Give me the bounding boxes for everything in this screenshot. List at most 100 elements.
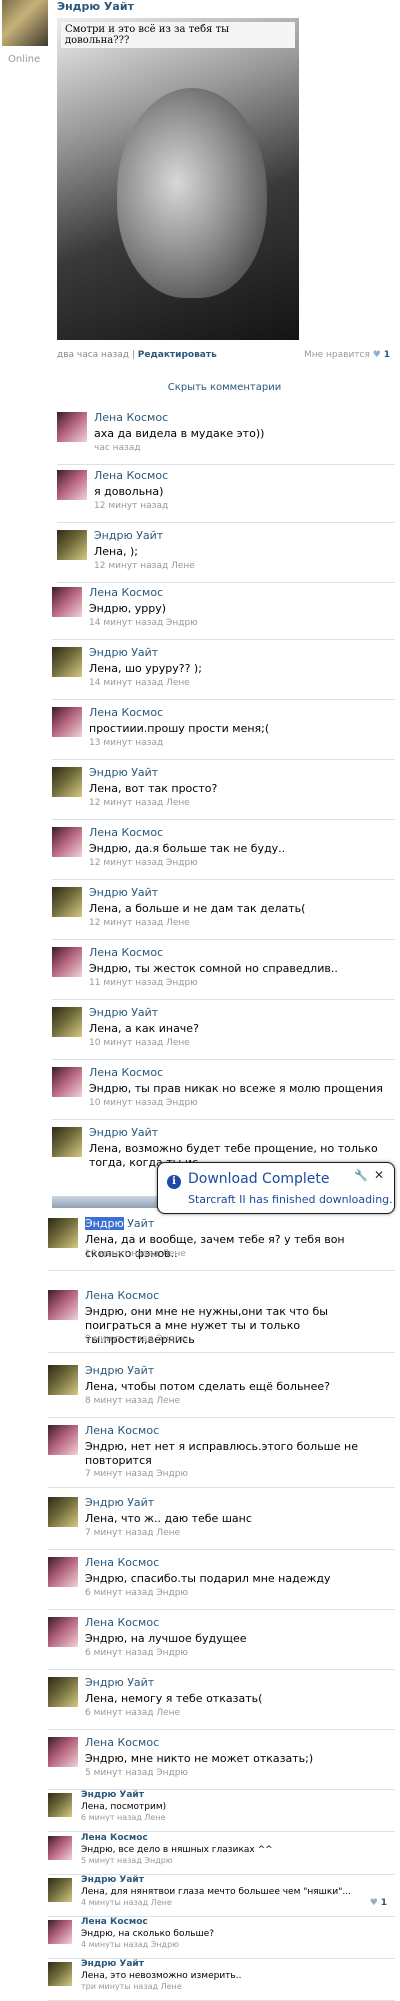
download-notification[interactable]: i Download Complete Starcraft II has fin… bbox=[157, 1162, 395, 1214]
comment-avatar[interactable] bbox=[48, 1497, 78, 1527]
comment-time[interactable]: час назад bbox=[94, 443, 141, 453]
comment-avatar[interactable] bbox=[48, 1617, 78, 1647]
comment-author[interactable]: Эндрю Уайт bbox=[85, 1217, 154, 1230]
comment-author[interactable]: Эндрю Уайт bbox=[81, 1959, 144, 1969]
comment-time[interactable]: 10 минут назад Лене bbox=[89, 1038, 190, 1048]
comment-time[interactable]: 6 минут назад Лене bbox=[81, 1813, 166, 1822]
comment-author[interactable]: Эндрю Уайт bbox=[89, 766, 158, 779]
comment-avatar[interactable] bbox=[52, 647, 82, 677]
taskbar-strip bbox=[52, 1196, 158, 1208]
comment-avatar[interactable] bbox=[52, 827, 82, 857]
post-author-name[interactable]: Эндрю Уайт bbox=[57, 0, 134, 13]
comment-avatar[interactable] bbox=[57, 412, 87, 442]
comment-author[interactable]: Лена Космос bbox=[89, 586, 163, 599]
comment-author[interactable]: Эндрю Уайт bbox=[85, 1496, 154, 1509]
comment-time[interactable]: 14 минут назад Эндрю bbox=[89, 618, 198, 628]
comment-author[interactable]: Эндрю Уайт bbox=[89, 646, 158, 659]
comment-time[interactable]: 12 минут назад Лене bbox=[89, 798, 190, 808]
comment-time[interactable]: 6 минут назад Эндрю bbox=[85, 1588, 188, 1598]
comment-avatar[interactable] bbox=[52, 1067, 82, 1097]
comment-time[interactable]: 12 минут назад bbox=[94, 501, 168, 511]
comment-time[interactable]: 9 минут назад Эндрю bbox=[85, 1334, 188, 1344]
comment-author[interactable]: Эндрю Уайт bbox=[81, 1875, 144, 1885]
comment-avatar[interactable] bbox=[52, 1007, 82, 1037]
comment-avatar[interactable] bbox=[48, 1218, 78, 1248]
comment-text: аха да видела в мудаке это)) bbox=[94, 427, 265, 440]
comment-time[interactable]: 6 минут назад Лене bbox=[85, 1708, 180, 1718]
comment-author[interactable]: Лена Космос bbox=[85, 1736, 159, 1749]
comment-time[interactable]: три минуты назад Лене bbox=[81, 1982, 182, 1991]
author-avatar[interactable] bbox=[2, 0, 48, 46]
comment-avatar[interactable] bbox=[52, 1127, 82, 1157]
comment-author[interactable]: Лена Космос bbox=[81, 1917, 148, 1927]
comment-author[interactable]: Лена Космос bbox=[85, 1424, 159, 1437]
comment-time[interactable]: 10 минут назад Эндрю bbox=[89, 1098, 198, 1108]
comment-divider bbox=[57, 522, 395, 523]
comment-author[interactable]: Лена Космос bbox=[94, 469, 168, 482]
comment-author[interactable]: Лена Космос bbox=[85, 1289, 159, 1302]
comment-like[interactable]: ♥ 1 bbox=[370, 1898, 387, 1908]
comment-author[interactable]: Лена Космос bbox=[81, 1833, 148, 1843]
comment-avatar[interactable] bbox=[48, 1737, 78, 1767]
comment-time[interactable]: 5 минут назад Эндрю bbox=[85, 1768, 188, 1778]
comment-avatar[interactable] bbox=[52, 947, 82, 977]
comment-avatar[interactable] bbox=[57, 470, 87, 500]
comment-time[interactable]: 6 минут назад Эндрю bbox=[85, 1648, 188, 1658]
post-photo[interactable]: Смотри и это всё из за тебя ты довольна?… bbox=[57, 18, 299, 340]
comment-avatar[interactable] bbox=[48, 1836, 72, 1860]
comment-author[interactable]: Эндрю Уайт bbox=[81, 1790, 144, 1800]
wrench-icon[interactable]: 🔧 bbox=[354, 1169, 368, 1182]
post-like[interactable]: Мне нравится ♥ 1 bbox=[304, 350, 390, 360]
comment-avatar[interactable] bbox=[52, 587, 82, 617]
comment-avatar[interactable] bbox=[48, 1793, 72, 1817]
comment-avatar[interactable] bbox=[52, 767, 82, 797]
comment-divider bbox=[48, 1669, 395, 1670]
comment-time[interactable]: 12 минут назад Эндрю bbox=[89, 858, 198, 868]
comment-author[interactable]: Эндрю Уайт bbox=[85, 1364, 154, 1377]
comment-time[interactable]: 11 минут назад Эндрю bbox=[89, 978, 198, 988]
comment-text: Эндрю, мне никто не может отказать;) bbox=[85, 1752, 314, 1765]
comment-text: Эндрю, нет нет я исправлюсь.этого больше… bbox=[85, 1440, 358, 1467]
comment-author[interactable]: Эндрю Уайт bbox=[89, 886, 158, 899]
comment-time[interactable]: 4 минуты назад Лене bbox=[81, 1898, 172, 1907]
close-icon[interactable]: ✕ bbox=[374, 1168, 384, 1182]
comment-time[interactable]: 7 минут назад Эндрю bbox=[85, 1469, 188, 1479]
comment-time[interactable]: 8 минут назад Лене bbox=[85, 1396, 180, 1406]
comment-avatar[interactable] bbox=[48, 1878, 72, 1902]
comment-author[interactable]: Лена Космос bbox=[89, 826, 163, 839]
comment-avatar[interactable] bbox=[48, 1425, 78, 1455]
comment-avatar[interactable] bbox=[57, 530, 87, 560]
hide-comments-link[interactable]: Скрыть комментарии bbox=[57, 382, 392, 393]
comment-author[interactable]: Эндрю Уайт bbox=[94, 529, 163, 542]
comment-like-count: 1 bbox=[380, 1898, 387, 1908]
comment-avatar[interactable] bbox=[52, 887, 82, 917]
comment-author[interactable]: Лена Космос bbox=[85, 1616, 159, 1629]
like-count: 1 bbox=[383, 350, 390, 360]
comment-author[interactable]: Лена Космос bbox=[94, 411, 168, 424]
comment-time[interactable]: 10 минут назад Лене bbox=[85, 1249, 186, 1259]
comment-time[interactable]: 7 минут назад Лене bbox=[85, 1528, 180, 1538]
comment-author[interactable]: Эндрю Уайт bbox=[89, 1126, 158, 1139]
comment-author[interactable]: Лена Космос bbox=[89, 706, 163, 719]
comment-avatar[interactable] bbox=[48, 1290, 78, 1320]
comment-avatar[interactable] bbox=[48, 1920, 72, 1944]
comment-avatar[interactable] bbox=[52, 707, 82, 737]
comment-author[interactable]: Лена Космос bbox=[89, 946, 163, 959]
comment-author[interactable]: Лена Космос bbox=[89, 1066, 163, 1079]
comment-avatar[interactable] bbox=[48, 1962, 72, 1986]
comment-time[interactable]: 12 минут назад Лене bbox=[94, 561, 195, 571]
comment-time[interactable]: 12 минут назад Лене bbox=[89, 918, 190, 928]
comment-avatar[interactable] bbox=[48, 1677, 78, 1707]
comment-time[interactable]: 13 минут назад bbox=[89, 738, 163, 748]
comment-text: Эндрю, на лучшое будущее bbox=[85, 1632, 247, 1645]
comment-author[interactable]: Лена Космос bbox=[85, 1556, 159, 1569]
comment-avatar[interactable] bbox=[48, 1365, 78, 1395]
comment-time[interactable]: 5 минут назад Эндрю bbox=[81, 1856, 173, 1865]
edit-link[interactable]: Редактировать bbox=[138, 350, 217, 360]
comment-avatar[interactable] bbox=[48, 1557, 78, 1587]
comment-time[interactable]: 14 минут назад Лене bbox=[89, 678, 190, 688]
comment-author[interactable]: Эндрю Уайт bbox=[85, 1676, 154, 1689]
comment-divider bbox=[48, 1417, 395, 1418]
comment-time[interactable]: 4 минуты назад Эндрю bbox=[81, 1940, 179, 1949]
comment-author[interactable]: Эндрю Уайт bbox=[89, 1006, 158, 1019]
